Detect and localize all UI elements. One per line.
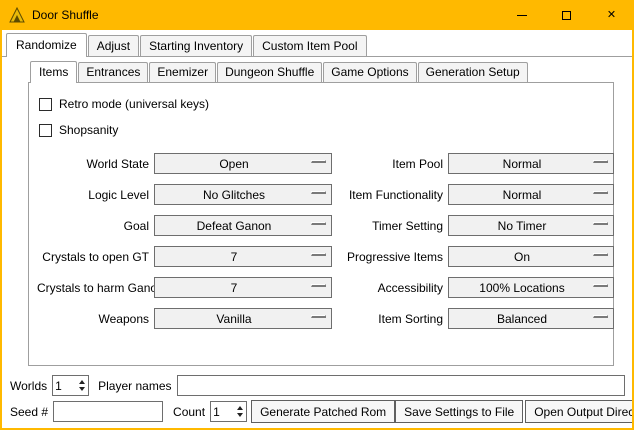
spinner-up-icon[interactable]: [237, 406, 243, 410]
tab-items[interactable]: Items: [30, 61, 77, 83]
crystals-gt-dropdown[interactable]: 7: [154, 246, 332, 267]
progressive-items-dropdown[interactable]: On: [448, 246, 614, 267]
world-state-label: World State: [37, 157, 149, 171]
tab-custom-item-pool[interactable]: Custom Item Pool: [253, 35, 366, 56]
spinner-down-icon[interactable]: [237, 413, 243, 417]
seed-input[interactable]: [53, 401, 163, 422]
crystals-gt-label: Crystals to open GT: [37, 250, 149, 264]
app-icon triforce-icon[interactable]: [9, 7, 25, 23]
dropdown-indicator-icon: [311, 315, 326, 318]
tab-randomize[interactable]: Randomize: [6, 33, 87, 57]
tab-enemizer[interactable]: Enemizer: [149, 62, 216, 82]
spinner-arrows: [233, 402, 246, 421]
randomize-notebook: Items Entrances Enemizer Dungeon Shuffle…: [28, 61, 614, 366]
tab-entrances[interactable]: Entrances: [78, 62, 148, 82]
dropdown-indicator-icon: [593, 191, 608, 194]
worlds-spinner: [52, 375, 89, 396]
weapons-dropdown[interactable]: Vanilla: [154, 308, 332, 329]
dropdown-indicator-icon: [311, 160, 326, 163]
item-pool-label: Item Pool: [337, 157, 443, 171]
count-spinner: [210, 401, 247, 422]
close-button[interactable]: ✕: [589, 0, 634, 30]
checkbox-label: Retro mode (universal keys): [59, 97, 209, 111]
goal-dropdown[interactable]: Defeat Ganon: [154, 215, 332, 236]
items-panel: Retro mode (universal keys) Shopsanity W…: [28, 82, 614, 366]
seed-row: Seed # Count Generate Patched Rom Save S…: [10, 400, 625, 423]
count-input[interactable]: [211, 402, 233, 421]
spinner-up-icon[interactable]: [79, 380, 85, 384]
save-settings-button[interactable]: Save Settings to File: [395, 400, 523, 423]
timer-setting-label: Timer Setting: [337, 219, 443, 233]
player-names-input[interactable]: [177, 375, 626, 396]
maximize-icon: [562, 11, 571, 20]
item-functionality-label: Item Functionality: [337, 188, 443, 202]
item-sorting-label: Item Sorting: [337, 312, 443, 326]
count-label: Count: [173, 405, 205, 419]
worlds-label: Worlds: [10, 379, 47, 393]
item-functionality-dropdown[interactable]: Normal: [448, 184, 614, 205]
randomize-tab-bar: Items Entrances Enemizer Dungeon Shuffle…: [28, 61, 614, 82]
item-pool-dropdown[interactable]: Normal: [448, 153, 614, 174]
bottom-controls: Worlds Player names Seed # Count: [2, 374, 632, 428]
spinner-down-icon[interactable]: [79, 387, 85, 391]
dropdown-indicator-icon: [311, 222, 326, 225]
minimize-icon: [517, 15, 527, 16]
goal-label: Goal: [37, 219, 149, 233]
worlds-row: Worlds Player names: [10, 374, 625, 397]
tab-dungeon-shuffle[interactable]: Dungeon Shuffle: [217, 62, 322, 82]
tab-starting-inventory[interactable]: Starting Inventory: [140, 35, 252, 56]
generate-patched-rom-button[interactable]: Generate Patched Rom: [251, 400, 395, 423]
maximize-button[interactable]: [544, 0, 589, 30]
caption-buttons: ✕: [499, 0, 634, 30]
dropdown-indicator-icon: [593, 160, 608, 163]
accessibility-label: Accessibility: [337, 281, 443, 295]
progressive-items-label: Progressive Items: [337, 250, 443, 264]
tab-generation-setup[interactable]: Generation Setup: [418, 62, 528, 82]
player-names-label: Player names: [98, 379, 171, 393]
world-state-dropdown[interactable]: Open: [154, 153, 332, 174]
accessibility-dropdown[interactable]: 100% Locations: [448, 277, 614, 298]
main-tab-bar: Randomize Adjust Starting Inventory Cust…: [2, 30, 632, 57]
dropdown-indicator-icon: [311, 253, 326, 256]
shopsanity-checkbox[interactable]: Shopsanity: [37, 117, 607, 143]
crystals-ganon-label: Crystals to harm Ganon: [37, 281, 149, 295]
dropdown-indicator-icon: [311, 191, 326, 194]
window-content: Randomize Adjust Starting Inventory Cust…: [2, 30, 632, 428]
timer-setting-dropdown[interactable]: No Timer: [448, 215, 614, 236]
window-title: Door Shuffle: [32, 8, 99, 22]
dropdown-indicator-icon: [593, 222, 608, 225]
tab-game-options[interactable]: Game Options: [323, 62, 416, 82]
open-output-directory-button[interactable]: Open Output Directory: [525, 400, 632, 423]
spinner-arrows: [75, 376, 88, 395]
crystals-ganon-dropdown[interactable]: 7: [154, 277, 332, 298]
minimize-button[interactable]: [499, 0, 544, 30]
close-icon: ✕: [607, 10, 616, 21]
seed-label: Seed #: [10, 405, 48, 419]
logic-level-label: Logic Level: [37, 188, 149, 202]
app-window: Door Shuffle ✕ Randomize Adjust Starting…: [0, 0, 634, 430]
logic-level-dropdown[interactable]: No Glitches: [154, 184, 332, 205]
checkbox-icon: [39, 98, 52, 111]
dropdown-indicator-icon: [593, 253, 608, 256]
titlebar: Door Shuffle ✕: [0, 0, 634, 30]
options-grid: World State Open Item Pool Normal Logic …: [37, 153, 607, 329]
dropdown-indicator-icon: [311, 284, 326, 287]
checkbox-icon: [39, 124, 52, 137]
checkbox-label: Shopsanity: [59, 123, 118, 137]
item-sorting-dropdown[interactable]: Balanced: [448, 308, 614, 329]
tab-adjust[interactable]: Adjust: [88, 35, 139, 56]
dropdown-indicator-icon: [593, 284, 608, 287]
worlds-input[interactable]: [53, 376, 75, 395]
dropdown-indicator-icon: [593, 315, 608, 318]
retro-mode-checkbox[interactable]: Retro mode (universal keys): [37, 91, 607, 117]
weapons-label: Weapons: [37, 312, 149, 326]
